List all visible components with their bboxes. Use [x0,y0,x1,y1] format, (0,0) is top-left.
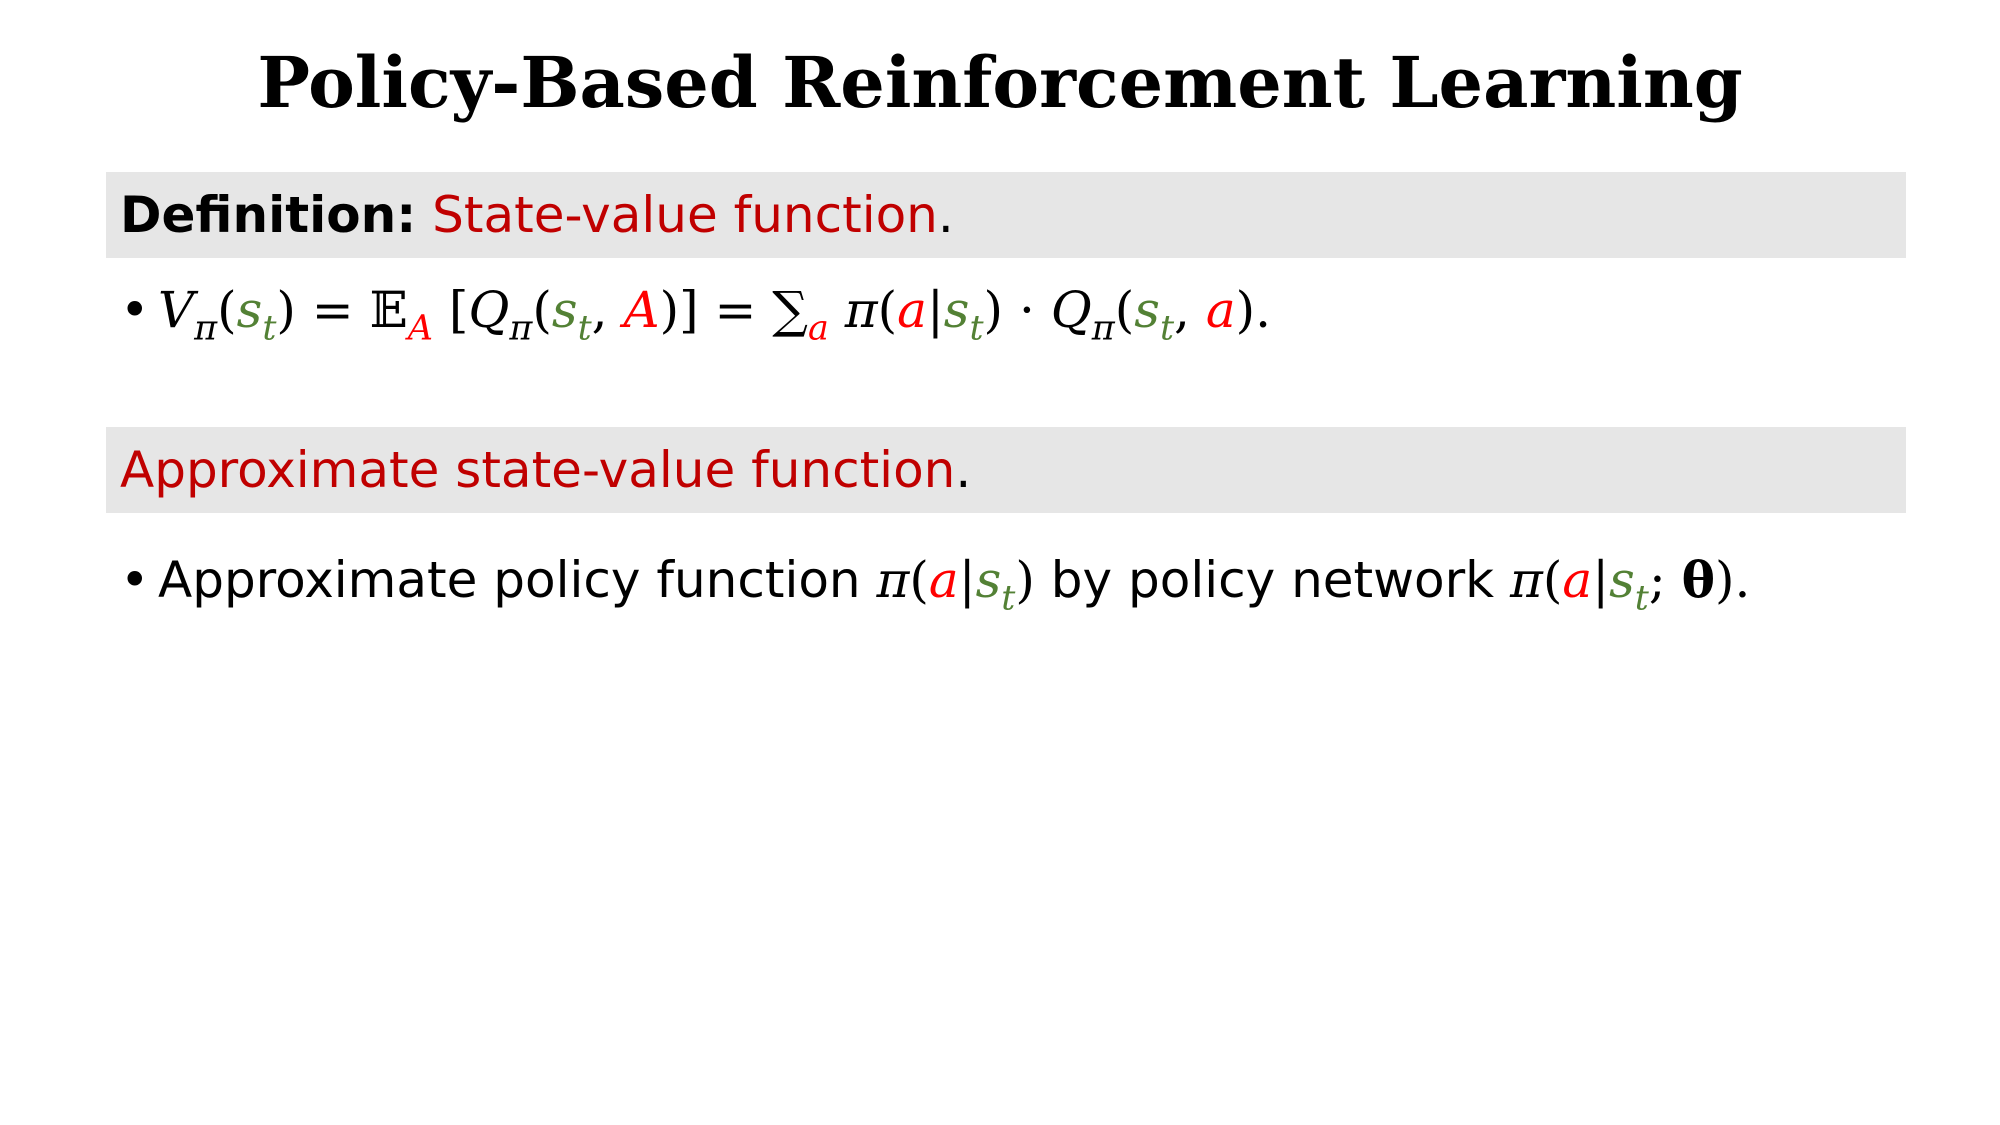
bullet-marker: • [120,551,150,609]
definition-term: State-value function [432,186,938,244]
formula-policy: π(a|st) [876,551,1035,619]
slide-title: Policy-Based Reinforcement Learning [257,41,1743,124]
definition-label: Definition: [120,186,417,244]
formula-policy-network: π(a|st; θ). [1510,550,1751,619]
definition-period: . [937,186,954,244]
approx-period: . [955,441,972,499]
definition-band: Definition: State-value function. [106,172,1906,258]
state-value-formula: • Vπ(st) = 𝔼A [Qπ(st, A)] = ∑a π(a|st) · … [120,270,1271,350]
bullet-text-1: Approximate policy function [158,551,861,609]
approx-term: Approximate state-value function [120,441,956,499]
policy-approx-bullet: • Approximate policy function π(a|st) by … [120,540,1750,620]
formula-state-value: Vπ(st) = 𝔼A [Qπ(st, A)] = ∑a π(a|st) · Q… [158,281,1272,349]
bullet-text-2: by policy network [1050,551,1495,609]
bullet-marker: • [120,281,150,339]
approx-band: Approximate state-value function. [106,427,1906,513]
